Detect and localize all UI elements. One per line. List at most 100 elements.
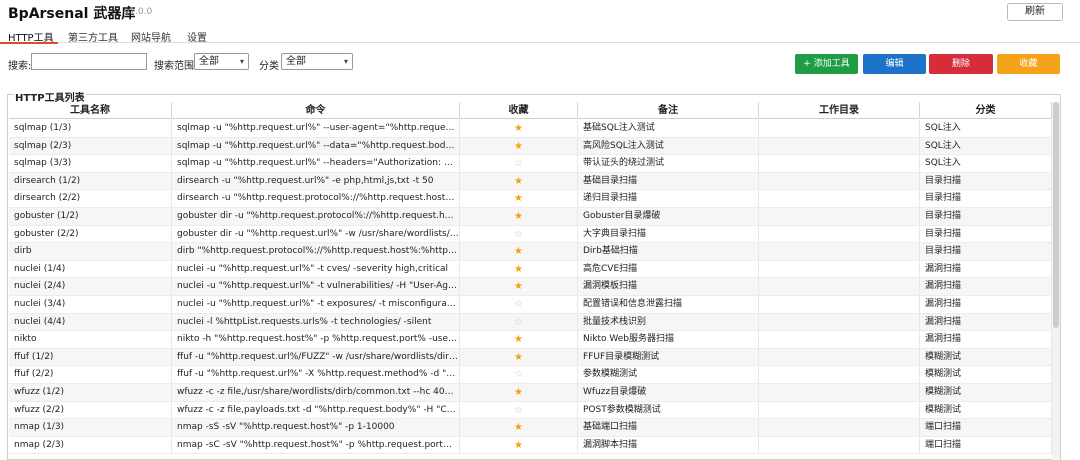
cell-category: 漏洞扫描 [920,260,1052,278]
cell-note: 漏洞模板扫描 [578,278,759,296]
cell-note: 基础端口扫描 [578,419,759,437]
cell-category: 端口扫描 [920,436,1052,454]
star-filled-icon[interactable]: ★ [514,334,523,345]
cell-favorite[interactable]: ★ [460,172,578,190]
star-outline-icon[interactable]: ☆ [514,405,523,416]
table-row[interactable]: dirb dirb "%http.request.protocol%://%htt… [9,243,1059,261]
cell-work-dir [759,172,920,190]
table-row[interactable]: sqlmap (3/3) sqlmap -u "%http.request.url… [9,155,1059,173]
refresh-button[interactable]: 刷新 [1007,3,1063,21]
table-row[interactable]: wfuzz (1/2) wfuzz -c -z file,/usr/share/w… [9,383,1059,402]
tab-settings[interactable]: 设置 [187,29,207,44]
vertical-scrollbar[interactable] [1052,102,1060,460]
table-row[interactable]: ffuf (2/2) ffuf -u "%http.request.url%" -… [9,366,1059,384]
cell-tool-name: nuclei (1/4) [9,260,172,278]
table-row[interactable]: nuclei (1/4) nuclei -u "%http.request.url… [9,260,1059,279]
star-filled-icon[interactable]: ★ [514,281,523,292]
cell-favorite[interactable]: ★ [460,348,578,366]
cell-work-dir [759,383,920,401]
table-row[interactable]: ffuf (1/2) ffuf -u "%http.request.url%/FU… [9,348,1059,367]
table-row[interactable]: nuclei (3/4) nuclei -u "%http.request.url… [9,295,1059,314]
tab-third-party-tools[interactable]: 第三方工具 [68,29,118,44]
favorite-button[interactable]: 收藏 [997,54,1060,74]
cell-favorite[interactable]: ☆ [460,313,578,331]
header-category[interactable]: 分类 [920,102,1052,119]
cell-favorite[interactable]: ★ [460,190,578,208]
cell-category: 模糊测试 [920,383,1052,401]
table-row[interactable]: gobuster (2/2) gobuster dir -u "%http.req… [9,225,1059,244]
search-input[interactable] [31,53,147,70]
edit-button[interactable]: 编辑 [863,54,926,74]
tab-website-nav[interactable]: 网站导航 [131,29,171,44]
header-note[interactable]: 备注 [578,102,759,119]
table-row[interactable]: dirsearch (1/2) dirsearch -u "%http.reque… [9,172,1059,191]
star-filled-icon[interactable]: ★ [514,387,523,398]
cell-command: sqlmap -u "%http.request.url%" --headers… [172,155,460,173]
star-filled-icon[interactable]: ★ [514,193,523,204]
cell-category: 目录扫描 [920,225,1052,243]
cell-favorite[interactable]: ★ [460,260,578,278]
header-favorite[interactable]: 收藏 [460,102,578,119]
star-filled-icon[interactable]: ★ [514,141,523,152]
table-row[interactable]: nmap (2/3) nmap -sC -sV "%http.request.ho… [9,436,1059,455]
delete-button[interactable]: 删除 [929,54,993,74]
table-row[interactable]: nikto nikto -h "%http.request.host%" -p %… [9,331,1059,349]
star-filled-icon[interactable]: ★ [514,246,523,257]
cell-favorite[interactable]: ★ [460,243,578,261]
cell-favorite[interactable]: ★ [460,207,578,225]
cell-command: nikto -h "%http.request.host%" -p %http.… [172,331,460,349]
cell-favorite[interactable]: ★ [460,120,578,137]
cell-work-dir [759,436,920,454]
cell-tool-name: nmap (2/3) [9,436,172,454]
cell-tool-name: nuclei (2/4) [9,278,172,296]
cell-favorite[interactable]: ★ [460,436,578,454]
table-row[interactable]: dirsearch (2/2) dirsearch -u "%http.reque… [9,190,1059,208]
cell-favorite[interactable]: ★ [460,419,578,437]
header-command[interactable]: 命令 [172,102,460,119]
cell-favorite[interactable]: ★ [460,331,578,349]
cell-favorite[interactable]: ☆ [460,295,578,313]
cell-tool-name: ffuf (1/2) [9,348,172,366]
table-row[interactable]: gobuster (1/2) gobuster dir -u "%http.req… [9,207,1059,226]
cell-favorite[interactable]: ☆ [460,366,578,384]
star-outline-icon[interactable]: ☆ [514,369,523,380]
star-filled-icon[interactable]: ★ [514,440,523,451]
star-filled-icon[interactable]: ★ [514,176,523,187]
table-row[interactable]: wfuzz (2/2) wfuzz -c -z file,payloads.txt… [9,401,1059,420]
star-outline-icon[interactable]: ☆ [514,229,523,240]
header-tool-name[interactable]: 工具名称 [9,102,172,119]
cell-favorite[interactable]: ★ [460,278,578,296]
star-filled-icon[interactable]: ★ [514,123,523,134]
cell-favorite[interactable]: ☆ [460,155,578,173]
scrollbar-thumb[interactable] [1053,102,1059,328]
cell-favorite[interactable]: ☆ [460,225,578,243]
star-filled-icon[interactable]: ★ [514,211,523,222]
table-row[interactable]: sqlmap (2/3) sqlmap -u "%http.request.url… [9,137,1059,156]
cell-tool-name: sqlmap (1/3) [9,120,172,137]
cell-favorite[interactable]: ★ [460,383,578,401]
cell-category: 漏洞扫描 [920,278,1052,296]
star-outline-icon[interactable]: ☆ [514,158,523,169]
cell-work-dir [759,401,920,419]
cell-favorite[interactable]: ★ [460,137,578,155]
cell-category: 端口扫描 [920,419,1052,437]
star-filled-icon[interactable]: ★ [514,352,523,363]
cell-tool-name: gobuster (1/2) [9,207,172,225]
header-work-dir[interactable]: 工作目录 [759,102,920,119]
star-filled-icon[interactable]: ★ [514,422,523,433]
table-row[interactable]: nmap (1/3) nmap -sS -sV "%http.request.ho… [9,419,1059,437]
table-body: sqlmap (1/3) sqlmap -u "%http.request.url… [9,120,1059,455]
table-row[interactable]: nuclei (2/4) nuclei -u "%http.request.url… [9,278,1059,296]
add-tool-button[interactable]: + 添加工具 [795,54,858,74]
star-outline-icon[interactable]: ☆ [514,299,523,310]
cell-favorite[interactable]: ☆ [460,401,578,419]
search-scope-select[interactable]: 全部 ▾ [194,53,249,70]
cell-note: Dirb基础扫描 [578,243,759,261]
table-row[interactable]: nuclei (4/4) nuclei -l %httpList.requests… [9,313,1059,332]
cell-command: ffuf -u "%http.request.url%" -X %http.re… [172,366,460,384]
table-row[interactable]: sqlmap (1/3) sqlmap -u "%http.request.url… [9,120,1059,138]
star-filled-icon[interactable]: ★ [514,264,523,275]
star-outline-icon[interactable]: ☆ [514,317,523,328]
category-select[interactable]: 全部 ▾ [281,53,353,70]
table-header: 工具名称 命令 收藏 备注 工作目录 分类 [9,102,1059,119]
